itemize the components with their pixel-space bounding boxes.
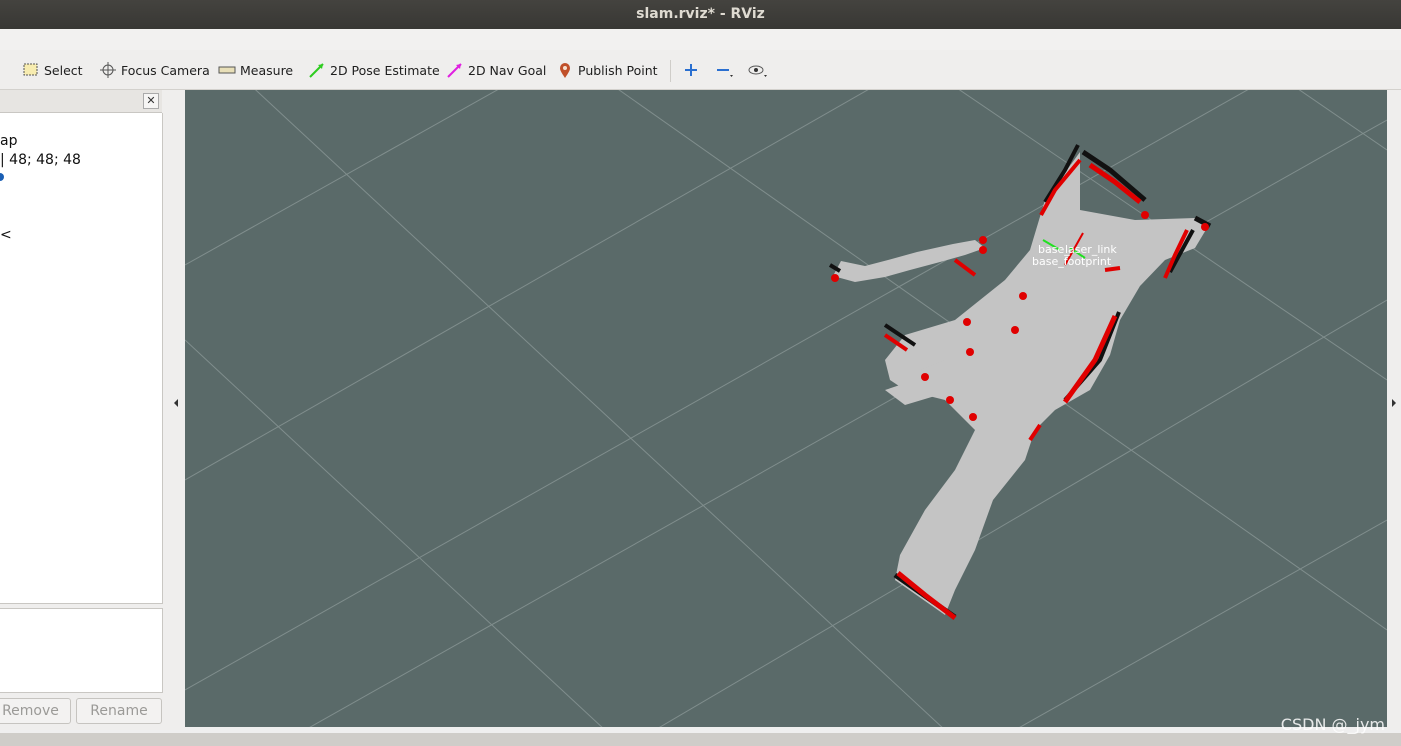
plus-icon: [682, 61, 700, 79]
green-arrow-icon: [308, 61, 326, 79]
frame-label-base-footprint: base_footprint: [1032, 255, 1112, 268]
map-pin-icon: [556, 61, 574, 79]
select-icon: [22, 61, 40, 79]
remove-button[interactable]: Remove: [0, 698, 71, 724]
status-bar: [0, 733, 1401, 746]
toolbar: Select Focus Camera Measure 2D Pose Esti…: [0, 50, 1401, 90]
displays-panel: ✕ ap | 48; 48; 48 < Remove Rename: [0, 90, 165, 730]
display-line-5: <: [0, 227, 12, 243]
focus-camera-icon: [99, 61, 117, 79]
display-line-1: ap: [0, 133, 18, 149]
map-canvas: [185, 90, 1387, 727]
panel-header: ✕: [0, 90, 162, 113]
nav-goal-button[interactable]: 2D Nav Goal: [446, 58, 546, 82]
minus-icon: [714, 61, 733, 79]
right-splitter[interactable]: [1387, 90, 1401, 730]
add-tool-button[interactable]: [682, 58, 704, 82]
pose-estimate-button[interactable]: 2D Pose Estimate: [308, 58, 440, 82]
displays-tree[interactable]: ap | 48; 48; 48 <: [0, 113, 163, 604]
ruler-icon: [218, 61, 236, 79]
publish-point-button[interactable]: Publish Point: [556, 58, 658, 82]
display-line-3: [0, 171, 6, 187]
focus-camera-label: Focus Camera: [121, 62, 210, 78]
focus-camera-button[interactable]: Focus Camera: [99, 58, 210, 82]
watermark: CSDN @_jym: [1280, 715, 1385, 734]
occupancy-map: [828, 144, 1212, 620]
3d-render-view[interactable]: base_ laser_link base_footprint: [185, 90, 1387, 727]
magenta-arrow-icon: [446, 61, 464, 79]
grid: [185, 90, 1387, 727]
window-title: slam.rviz* - RViz: [0, 0, 1401, 29]
description-box: [0, 608, 163, 693]
measure-button[interactable]: Measure: [218, 58, 293, 82]
close-icon[interactable]: ✕: [143, 93, 159, 109]
select-tool-button[interactable]: Select: [22, 58, 83, 82]
toolbar-separator: [670, 60, 671, 82]
rename-button[interactable]: Rename: [76, 698, 162, 724]
nav-goal-label: 2D Nav Goal: [468, 62, 547, 78]
left-splitter[interactable]: [165, 90, 185, 730]
pose-estimate-label: 2D Pose Estimate: [330, 62, 440, 78]
publish-point-label: Publish Point: [578, 62, 658, 78]
measure-label: Measure: [240, 62, 294, 78]
remove-tool-button[interactable]: [714, 58, 736, 82]
select-tool-label: Select: [44, 62, 83, 78]
eye-icon: [748, 61, 767, 79]
display-line-2: | 48; 48; 48: [0, 152, 81, 168]
view-options-button[interactable]: [748, 58, 770, 82]
menu-bar: [0, 29, 1401, 50]
